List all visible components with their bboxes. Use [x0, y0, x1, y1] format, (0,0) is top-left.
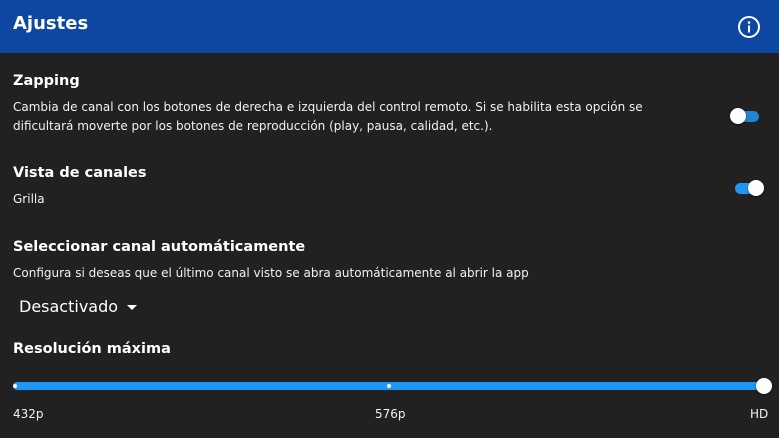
resolution-label-hd: HD — [750, 407, 769, 421]
channel-view-toggle[interactable] — [734, 179, 764, 197]
auto-channel-selected: Desactivado — [19, 296, 119, 316]
channel-view-value: Grilla — [13, 192, 45, 206]
channel-view-title: Vista de canales — [13, 165, 147, 181]
toggle-thumb — [730, 108, 746, 124]
zapping-description-line1: Cambia de canal con los botones de derec… — [13, 100, 643, 114]
resolution-label-576p: 576p — [375, 407, 406, 421]
auto-channel-description: Configura si deseas que el último canal … — [13, 266, 529, 280]
slider-tick-432p — [13, 384, 17, 388]
toggle-thumb — [748, 180, 764, 196]
slider-thumb[interactable] — [756, 378, 772, 394]
caret-down-icon — [127, 304, 138, 310]
auto-channel-title: Seleccionar canal automáticamente — [13, 239, 306, 255]
zapping-description-line2: dificultará moverte por los botones de r… — [13, 119, 493, 133]
app-header: Ajustes — [0, 0, 779, 53]
auto-channel-dropdown[interactable]: Desactivado — [19, 294, 138, 318]
max-resolution-slider[interactable] — [13, 376, 773, 396]
zapping-toggle[interactable] — [730, 107, 760, 125]
resolution-label-432p: 432p — [13, 407, 44, 421]
page-title: Ajustes — [13, 13, 89, 34]
info-circle-icon[interactable] — [737, 15, 761, 39]
slider-tick-576p — [387, 384, 391, 388]
zapping-title: Zapping — [13, 73, 80, 89]
max-resolution-title: Resolución máxima — [13, 341, 171, 357]
